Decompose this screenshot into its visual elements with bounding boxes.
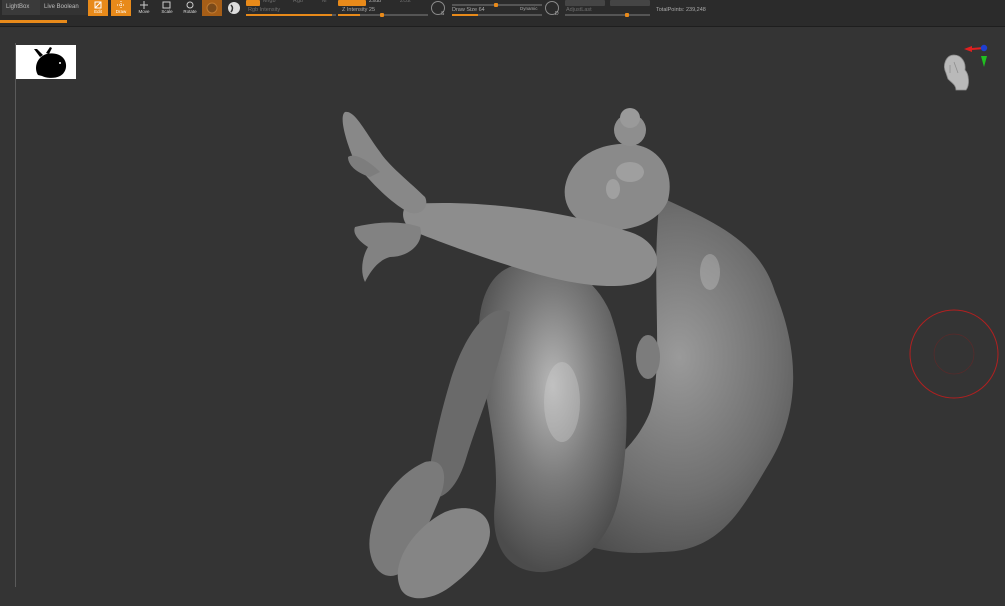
edit-button[interactable]: Edit xyxy=(88,0,108,16)
brush-cursor xyxy=(909,309,999,399)
z-axis-dot xyxy=(980,44,988,52)
scale-button[interactable]: Scale xyxy=(157,0,177,16)
x-axis-arrow xyxy=(964,46,972,52)
rgb-intensity-label: Rgb Intensity xyxy=(248,7,281,13)
rgb-toggle[interactable] xyxy=(246,0,260,6)
draw-size-slider[interactable] xyxy=(452,14,542,16)
viewport-guide-line xyxy=(15,43,16,587)
scale-icon xyxy=(162,1,171,9)
lightbox-button[interactable]: LightBox xyxy=(2,0,44,15)
navigation-head-gizmo[interactable] xyxy=(936,43,996,103)
sphere-alpha-icon xyxy=(228,2,240,14)
draw-button[interactable]: Draw xyxy=(111,0,131,16)
rotate-label: Rotate xyxy=(183,9,197,14)
rotate-icon xyxy=(186,1,194,9)
s-label: S xyxy=(441,11,445,17)
replay-last-button[interactable] xyxy=(565,0,605,6)
live-boolean-button[interactable]: Live Boolean xyxy=(40,0,88,15)
edit-icon xyxy=(94,1,102,9)
scale-label: Scale xyxy=(161,9,173,14)
draw-icon xyxy=(117,1,125,9)
sculpted-figure[interactable] xyxy=(330,82,830,602)
active-tab-indicator xyxy=(0,20,67,23)
edit-label: Edit xyxy=(94,9,102,14)
zcut-toggle[interactable]: Zcut xyxy=(400,0,411,4)
zsub-toggle[interactable]: Zsub xyxy=(369,0,381,4)
d-label: D xyxy=(555,11,559,17)
draw-size-label: Draw Size 64 xyxy=(452,7,485,13)
head-icon xyxy=(944,54,969,91)
material-icon xyxy=(206,2,218,14)
move-icon xyxy=(140,1,148,9)
rgb-intensity-slider[interactable] xyxy=(246,14,336,16)
rotate-button[interactable]: Rotate xyxy=(180,0,200,16)
y-axis-arrow xyxy=(981,56,987,67)
adjust-last-slider[interactable] xyxy=(565,13,650,17)
alpha-button[interactable] xyxy=(226,0,242,16)
dynamic-toggle[interactable]: Dynamic xyxy=(520,6,538,11)
total-points-readout: TotalPoints: 239,248 xyxy=(656,7,706,13)
top-shelf: LightBox Live Boolean Edit Draw Move Sca… xyxy=(0,0,1005,27)
move-button[interactable]: Move xyxy=(134,0,154,16)
z-intensity-label: Z Intensity 25 xyxy=(342,7,376,13)
m-toggle[interactable]: M xyxy=(322,0,327,4)
viewport-canvas[interactable] xyxy=(0,27,1005,606)
replay-last-rel-button[interactable] xyxy=(610,0,650,6)
silhouette-thumbnail xyxy=(16,45,76,79)
material-button[interactable] xyxy=(202,0,222,16)
adjust-last-label: AdjustLast xyxy=(566,7,592,13)
z-intensity-slider[interactable] xyxy=(338,13,428,17)
move-label: Move xyxy=(138,9,150,14)
zadd-toggle[interactable] xyxy=(338,0,366,6)
draw-label: Draw xyxy=(115,9,127,14)
rgb-label[interactable]: Rgb xyxy=(293,0,303,4)
mrgb-toggle[interactable]: Mrgb xyxy=(263,0,276,4)
